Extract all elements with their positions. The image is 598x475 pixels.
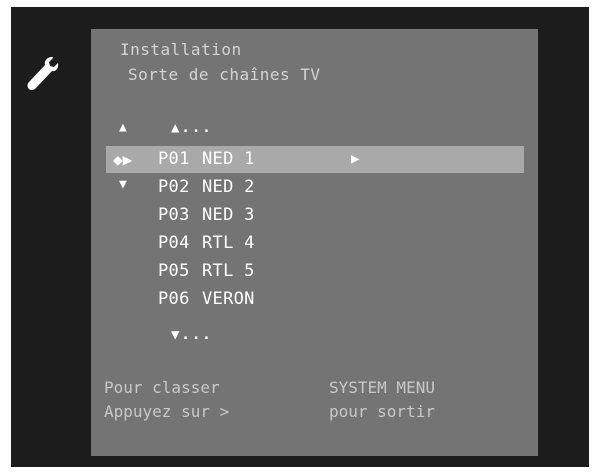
channel-item-p04[interactable]: P04 RTL 4 [158, 230, 255, 257]
channel-item-p03[interactable]: P03 NED 3 [158, 202, 255, 229]
selection-cursor-icon: ◆▶ [113, 150, 133, 169]
scroll-up-icon[interactable]: ▲ [119, 120, 127, 135]
more-above-indicator: ▲... [171, 120, 213, 136]
channel-number: P01 [158, 149, 190, 169]
more-below-indicator: ▼... [171, 327, 213, 343]
hint-system-menu-label: SYSTEM MENU [329, 378, 435, 397]
channel-item-p05[interactable]: P05 RTL 5 [158, 258, 255, 285]
menu-title: Installation [120, 40, 242, 59]
channel-number: P04 [158, 233, 190, 253]
channel-name: NED 3 [202, 205, 255, 225]
channel-name: VERON [202, 289, 255, 309]
channel-number: P05 [158, 261, 190, 281]
channel-item-p02[interactable]: P02 NED 2 [158, 174, 255, 201]
channel-item-p06[interactable]: P06 VERON [158, 286, 255, 313]
channel-number: P06 [158, 289, 190, 309]
channel-item-p01[interactable]: P01 NED 1 [158, 146, 255, 173]
menu-panel: Installation Sorte de chaînes TV ▲ ▲... … [91, 29, 538, 456]
hint-exit-label: pour sortir [329, 402, 435, 421]
menu-subtitle: Sorte de chaînes TV [128, 65, 321, 84]
channel-name: RTL 5 [202, 261, 255, 281]
hint-press-label: Appuyez sur > [104, 402, 230, 421]
channel-number: P02 [158, 177, 190, 197]
scroll-down-icon[interactable]: ▼ [119, 177, 127, 192]
hint-sort-label: Pour classer [104, 378, 220, 397]
channel-name: NED 2 [202, 177, 255, 197]
tv-screen: Installation Sorte de chaînes TV ▲ ▲... … [11, 7, 589, 467]
channel-number: P03 [158, 205, 190, 225]
channel-name: NED 1 [202, 149, 255, 169]
move-right-icon[interactable]: ▶ [351, 146, 359, 173]
wrench-icon [27, 57, 59, 91]
channel-name: RTL 4 [202, 233, 255, 253]
